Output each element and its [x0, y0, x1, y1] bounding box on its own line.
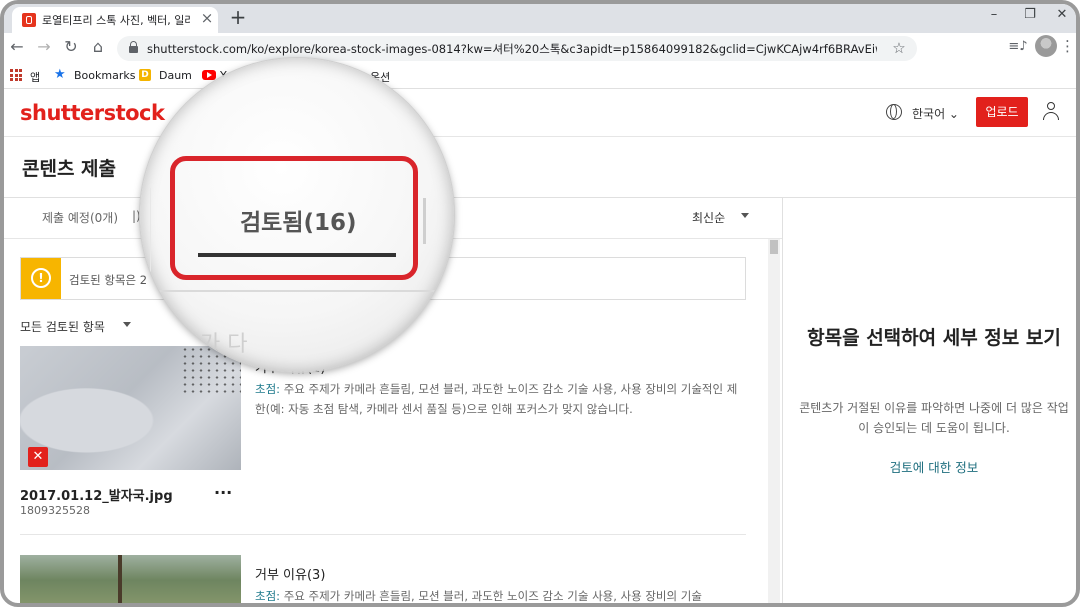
active-tab-indicator	[198, 253, 396, 257]
scrollbar-thumb[interactable]	[770, 240, 778, 254]
upload-button[interactable]: 업로드	[976, 97, 1028, 127]
magnifier-overlay: 검토됨(16) 가 다	[140, 58, 454, 372]
reason-body: 주요 주제가 카메라 흔들림, 모션 블러, 과도한 노이즈 감소 기술 사용,…	[280, 589, 702, 603]
tab-strip: 로열티프리 스톡 사진, 벡터, 일러스트 × + – ❐ ✕	[4, 4, 1076, 33]
page-title: 콘텐츠 제출	[22, 158, 117, 180]
bookmark-star-icon[interactable]: ☆	[889, 38, 909, 58]
shutterstock-favicon-icon	[22, 13, 36, 27]
forward-icon[interactable]: →	[33, 36, 55, 58]
magnified-tab-separator	[423, 198, 426, 244]
tab-title: 로열티프리 스톡 사진, 벡터, 일러스트	[42, 14, 190, 27]
reload-icon[interactable]: ↻	[60, 36, 82, 58]
bookmark-daum[interactable]: Daum	[159, 69, 192, 82]
chevron-down-icon[interactable]	[741, 213, 749, 218]
profile-avatar[interactable]	[1035, 35, 1057, 57]
browser-tab[interactable]: 로열티프리 스톡 사진, 벡터, 일러스트 ×	[12, 7, 218, 33]
close-icon[interactable]: ×	[198, 9, 216, 27]
youtube-icon	[202, 70, 216, 80]
file-id: 1809325528	[20, 504, 90, 517]
item-thumbnail[interactable]	[20, 346, 241, 470]
rejection-reason-text: 초점: 주요 주제가 카메라 흔들림, 모션 블러, 과도한 노이즈 감소 기술…	[255, 379, 745, 419]
apps-grid-icon[interactable]	[10, 69, 22, 81]
browser-toolbar: ← → ↻ ⌂ shutterstock.com/ko/explore/kore…	[4, 33, 1076, 64]
url-text[interactable]: shutterstock.com/ko/explore/korea-stock-…	[147, 41, 877, 57]
address-bar[interactable]: shutterstock.com/ko/explore/korea-stock-…	[117, 36, 917, 61]
item-divider	[20, 534, 746, 535]
reason-body: 주요 주제가 카메라 흔들림, 모션 블러, 과도한 노이즈 감소 기술 사용,…	[255, 382, 738, 416]
reason-keyword: 초점:	[255, 382, 281, 396]
bookmarks-star-icon: ★	[54, 67, 66, 82]
item-thumbnail[interactable]	[20, 555, 241, 603]
detail-panel-description: 콘텐츠가 거절된 이유를 파악하면 나중에 더 많은 작업이 승인되는 데 도움…	[799, 401, 1069, 435]
language-selector[interactable]: 한국어 ⌄	[912, 105, 959, 122]
home-icon[interactable]: ⌂	[87, 36, 109, 58]
tab-pending[interactable]: 제출 예정(0개)	[42, 209, 118, 226]
minimize-icon[interactable]: –	[982, 6, 1006, 24]
lock-icon[interactable]	[129, 41, 138, 53]
warning-icon: !	[31, 268, 51, 288]
panel-divider	[782, 197, 783, 603]
detail-panel-title: 항목을 선택하여 세부 정보 보기	[807, 327, 1061, 349]
rejected-icon: ✕	[28, 447, 48, 467]
magnified-tabs-divider	[140, 290, 454, 292]
bookmark-apps[interactable]: 앱	[30, 69, 40, 85]
globe-icon[interactable]	[886, 104, 902, 120]
browser-window: 로열티프리 스톡 사진, 벡터, 일러스트 × + – ❐ ✕ ← → ↻ ⌂ …	[0, 0, 1080, 607]
restore-icon[interactable]: ❐	[1018, 6, 1042, 24]
magnified-divider	[150, 188, 151, 278]
new-tab-button[interactable]: +	[228, 5, 248, 29]
alert-text: 검토된 항목은 2	[69, 273, 148, 287]
reason-keyword: 초점:	[255, 589, 281, 603]
chevron-down-icon[interactable]	[123, 322, 131, 327]
media-queue-icon[interactable]: ≡♪	[1008, 37, 1028, 57]
sort-dropdown[interactable]: 최신순	[692, 209, 725, 226]
user-account-icon[interactable]	[1042, 102, 1060, 122]
review-info-link[interactable]: 검토에 대한 정보	[796, 457, 1072, 476]
back-icon[interactable]: ←	[6, 36, 28, 58]
more-options-icon[interactable]: ···	[214, 485, 232, 501]
rejection-reason-title: 거부 이유(3)	[255, 568, 326, 583]
daum-icon: D	[139, 69, 151, 81]
rejection-reason-text: 초점: 주요 주제가 카메라 흔들림, 모션 블러, 과도한 노이즈 감소 기술…	[255, 586, 745, 603]
window-close-icon[interactable]: ✕	[1050, 6, 1074, 24]
alert-accent: !	[21, 258, 61, 299]
browser-menu-icon[interactable]: ⋮	[1060, 36, 1075, 56]
tab-reviewed[interactable]: 검토됨(16)	[240, 203, 357, 237]
filter-dropdown[interactable]: 모든 검토된 항목	[20, 318, 105, 335]
list-scrollbar[interactable]	[768, 239, 780, 603]
magnified-ghost-text: 가 다	[200, 332, 248, 357]
bookmarks-bar: 앱 ★ Bookmarks D Daum Y 옥션	[4, 64, 1076, 89]
bookmark-bookmarks[interactable]: Bookmarks	[74, 69, 135, 82]
shutterstock-logo[interactable]: shutterstock	[20, 101, 165, 125]
file-name: 2017.01.12_발자국.jpg	[20, 489, 173, 504]
